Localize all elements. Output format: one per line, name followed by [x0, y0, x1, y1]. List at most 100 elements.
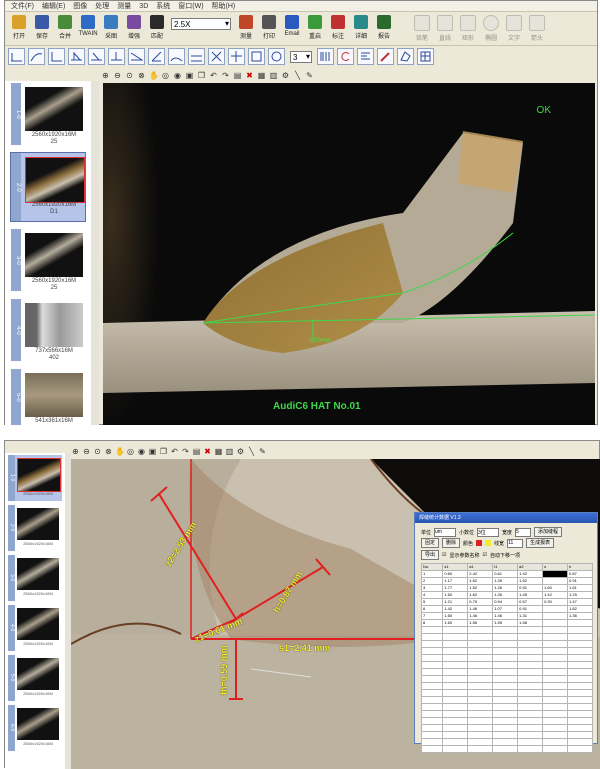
- align-icon[interactable]: [357, 48, 374, 65]
- undo-icon[interactable]: ↶: [209, 71, 218, 80]
- zoom-in-icon[interactable]: ⊕: [71, 447, 80, 456]
- delete-icon[interactable]: ✖: [245, 71, 254, 80]
- weld-tool-4-icon[interactable]: [128, 48, 145, 65]
- text-button[interactable]: 文字: [503, 13, 525, 42]
- table-row[interactable]: [420, 689, 593, 697]
- thumbnail-1[interactable]: 1-0 2560x1920x16M 25: [11, 83, 85, 145]
- barcode-icon[interactable]: [317, 48, 334, 65]
- magnifier-icon[interactable]: ◉: [137, 447, 146, 456]
- table-row[interactable]: [420, 668, 593, 676]
- polygon-icon[interactable]: [397, 48, 414, 65]
- pan-hand-icon[interactable]: ✋: [149, 71, 159, 80]
- restart-button[interactable]: 重启: [304, 13, 326, 42]
- color-swatch-red[interactable]: [476, 540, 483, 546]
- zoom-fit-icon[interactable]: ⊙: [93, 447, 102, 456]
- thumbnail-1-selected[interactable]: 1-0 2560x1920x16M: [8, 455, 62, 501]
- settings-icon[interactable]: ⚙: [236, 447, 245, 456]
- measure-button[interactable]: 测量: [235, 13, 257, 42]
- show-param-checkbox[interactable]: ☑: [442, 552, 446, 558]
- spin-input[interactable]: 3: [290, 50, 312, 63]
- menu-window[interactable]: 窗口(W): [178, 1, 203, 11]
- weld-tool-10-icon[interactable]: [248, 48, 265, 65]
- thumbnail-4[interactable]: 4-0 2560x1920x16M: [8, 605, 62, 651]
- table-row[interactable]: [420, 703, 593, 711]
- table-row[interactable]: 6 1.42 1.46 1.07 0.91 1.82: [420, 605, 593, 613]
- grid-icon[interactable]: [417, 48, 434, 65]
- print-button[interactable]: 打印: [258, 13, 280, 42]
- table-row[interactable]: [420, 731, 593, 739]
- table-row[interactable]: [420, 633, 593, 641]
- weld-tool-9-icon[interactable]: [228, 48, 245, 65]
- table-row[interactable]: [420, 724, 593, 732]
- unit-select[interactable]: um: [434, 527, 457, 537]
- ellipse-button[interactable]: 椭圆: [480, 13, 502, 42]
- pencil-button[interactable]: 铅笔: [411, 13, 433, 42]
- twain-button[interactable]: TWAIN: [77, 13, 99, 42]
- menu-process[interactable]: 处理: [95, 1, 109, 11]
- image-viewport[interactable]: OK 0.00mm AudiC6 HAT No.01: [103, 83, 595, 425]
- thumbnail-4[interactable]: 4-0 737x566x16M 402: [11, 299, 85, 361]
- table-row[interactable]: [420, 661, 593, 669]
- delete-button[interactable]: 删除: [442, 538, 461, 548]
- wand-icon[interactable]: ╲: [247, 447, 256, 456]
- thumbnail-3[interactable]: 3-0 2560x1920x16M: [8, 555, 62, 601]
- print-small-icon[interactable]: ▤: [192, 447, 201, 456]
- arrow-button[interactable]: 箭头: [526, 13, 548, 42]
- annotate-button[interactable]: 标注: [327, 13, 349, 42]
- magnifier-icon[interactable]: ◉: [173, 71, 182, 80]
- match-button[interactable]: 匹配: [146, 13, 168, 42]
- thumbnail-5[interactable]: 5-0 541x361x16M: [11, 369, 85, 425]
- zoom-actual-icon[interactable]: ⊗: [137, 71, 146, 80]
- table-row[interactable]: 4 1.60 1.62 1.26 1.45 1.42 1.25: [420, 591, 593, 599]
- chart-icon[interactable]: ▥: [269, 71, 278, 80]
- line-button[interactable]: 直线: [434, 13, 456, 42]
- email-button[interactable]: Email: [281, 13, 303, 42]
- results-table[interactable]: No. s1 a1 t1 a2 s h 1 0.60 2.42 0.61 1.42 0.87 2 1.17 1…: [420, 563, 593, 753]
- thumbnail-3[interactable]: 3-0 2560x1920x16M 25: [11, 229, 85, 291]
- brush-icon[interactable]: ✎: [305, 71, 314, 80]
- pen-icon[interactable]: [377, 48, 394, 65]
- color-swatch-yellow[interactable]: [485, 540, 492, 546]
- weld-tool-6-icon[interactable]: [168, 48, 185, 65]
- thumbnail-2-selected[interactable]: 2-0 2560x1920x16M D1: [10, 152, 86, 222]
- table-row[interactable]: [420, 626, 593, 634]
- copy-icon[interactable]: ❐: [159, 447, 168, 456]
- zoom-select[interactable]: 2.5X: [171, 18, 231, 30]
- brush-icon[interactable]: ✎: [258, 447, 267, 456]
- export-button[interactable]: 导出: [421, 550, 440, 560]
- image-icon[interactable]: ▣: [185, 71, 194, 80]
- menu-edit[interactable]: 编辑(E): [42, 1, 65, 11]
- zoom-region-icon[interactable]: ◎: [161, 71, 170, 80]
- curve-tool-icon[interactable]: [28, 48, 45, 65]
- open-button[interactable]: 打开: [8, 13, 30, 42]
- table-row[interactable]: 8 1.60 1.56 1.55 1.58: [420, 619, 593, 627]
- zoom-out-icon[interactable]: ⊖: [82, 447, 91, 456]
- fillet-tool-icon[interactable]: [8, 48, 25, 65]
- table-row[interactable]: [420, 710, 593, 718]
- rect-button[interactable]: 矩形: [457, 13, 479, 42]
- weld-tool-11-icon[interactable]: [268, 48, 285, 65]
- table-row[interactable]: [420, 745, 593, 753]
- auto-next-checkbox[interactable]: ☑: [483, 552, 487, 558]
- copy-icon[interactable]: ❐: [197, 71, 206, 80]
- undo-icon[interactable]: ↶: [170, 447, 179, 456]
- angle-tool-icon[interactable]: [48, 48, 65, 65]
- circle-arrow-icon[interactable]: [337, 48, 354, 65]
- table-row[interactable]: 3 1.77 1.52 1.26 0.91 1.60 1.61: [420, 584, 593, 592]
- delete-icon[interactable]: ✖: [203, 447, 212, 456]
- table-row[interactable]: 1 0.60 2.42 0.61 1.42 0.87: [420, 570, 593, 578]
- thumbnail-5[interactable]: 5-0 2560x1920x16M: [8, 655, 62, 701]
- width-input[interactable]: 5: [515, 527, 532, 537]
- table-row[interactable]: [420, 682, 593, 690]
- table-row[interactable]: [420, 696, 593, 704]
- table-row[interactable]: [420, 640, 593, 648]
- pan-hand-icon[interactable]: ✋: [115, 447, 125, 456]
- table-icon[interactable]: ▦: [214, 447, 223, 456]
- image-icon[interactable]: ▣: [148, 447, 157, 456]
- table-row[interactable]: [420, 675, 593, 683]
- detail-button[interactable]: 详细: [350, 13, 372, 42]
- chart-icon[interactable]: ▥: [225, 447, 234, 456]
- wand-icon[interactable]: ╲: [293, 71, 302, 80]
- thumbnail-2[interactable]: 2-0 2560x1920x16M: [8, 505, 62, 551]
- weld-tool-5-icon[interactable]: [148, 48, 165, 65]
